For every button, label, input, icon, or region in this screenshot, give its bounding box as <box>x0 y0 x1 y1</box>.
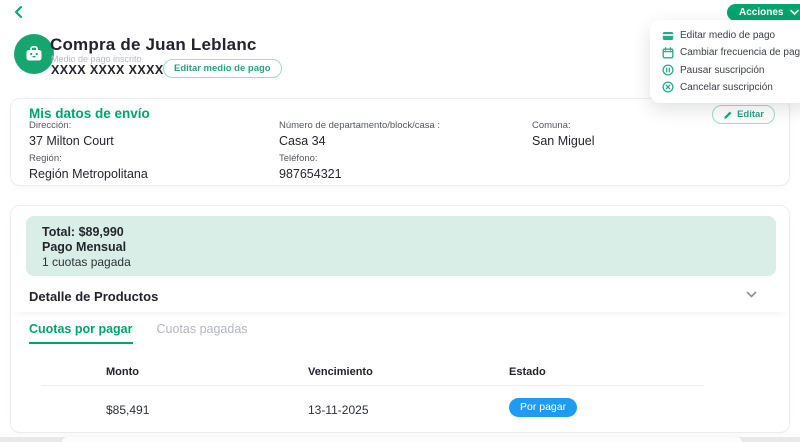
pencil-icon <box>723 110 733 120</box>
tab-cuotas-por-pagar[interactable]: Cuotas por pagar <box>29 322 133 344</box>
products-accordion-title: Detalle de Productos <box>29 289 158 304</box>
package-icon <box>23 43 45 65</box>
menu-item-label: Cancelar suscripción <box>680 82 773 93</box>
field-label: Teléfono: <box>279 153 342 164</box>
cell-monto: $85,491 <box>106 403 149 417</box>
shipping-card-title: Mis datos de envío <box>29 106 150 121</box>
menu-item-label: Editar medio de pago <box>680 30 775 41</box>
subscription-detail-page: Compra de Juan Leblanc Medio de pago ins… <box>0 0 800 442</box>
calendar-icon <box>662 47 674 59</box>
menu-item-pause-subscription[interactable]: Pausar suscripción <box>662 63 800 78</box>
edit-payment-method-label: Editar medio de pago <box>174 63 271 74</box>
field-value: Región Metropolitana <box>29 167 148 181</box>
field-label: Dirección: <box>29 120 114 131</box>
chevron-left-icon <box>11 4 27 20</box>
field-comuna: Comuna: San Miguel <box>532 120 595 148</box>
menu-item-label: Pausar suscripción <box>680 65 764 76</box>
field-departamento: Número de departamento/block/casa : Casa… <box>279 120 440 148</box>
edit-shipping-label: Editar <box>737 109 764 120</box>
payment-summary-banner: Total: $89,990 Pago Mensual 1 cuotas pag… <box>26 216 776 276</box>
actions-button-label: Acciones <box>739 7 783 18</box>
summary-paid-installments: 1 cuotas pagada <box>42 255 760 270</box>
summary-frequency: Pago Mensual <box>42 240 760 255</box>
field-label: Número de departamento/block/casa : <box>279 120 440 131</box>
page-title: Compra de Juan Leblanc <box>50 35 257 55</box>
field-telefono: Teléfono: 987654321 <box>279 153 342 181</box>
menu-item-edit-payment[interactable]: Editar medio de pago <box>662 28 800 43</box>
edit-payment-method-button[interactable]: Editar medio de pago <box>163 59 282 78</box>
pause-circle-icon <box>662 64 674 76</box>
menu-item-cancel-subscription[interactable]: Cancelar suscripción <box>662 80 800 95</box>
field-label: Comuna: <box>532 120 595 131</box>
actions-menu: Editar medio de pago Cambiar frecuencia … <box>650 20 800 103</box>
edit-shipping-button[interactable]: Editar <box>712 105 775 124</box>
products-accordion[interactable]: Detalle de Productos <box>11 282 789 312</box>
back-button[interactable] <box>11 4 27 20</box>
purchase-detail-card: Total: $89,990 Pago Mensual 1 cuotas pag… <box>10 205 790 433</box>
chevron-down-icon <box>790 9 799 16</box>
table-header-estado: Estado <box>509 366 546 378</box>
field-value: 37 Milton Court <box>29 134 114 148</box>
field-value: San Miguel <box>532 134 595 148</box>
field-label: Región: <box>29 153 148 164</box>
chevron-down-icon <box>746 291 757 299</box>
tab-cuotas-pagadas[interactable]: Cuotas pagadas <box>157 322 248 344</box>
field-region: Región: Región Metropolitana <box>29 153 148 181</box>
next-card-top-edge <box>62 437 742 442</box>
table-header-vencimiento: Vencimiento <box>308 366 373 378</box>
shipping-card: Mis datos de envío Editar Dirección: 37 … <box>10 98 790 186</box>
table-header-monto: Monto <box>106 366 139 378</box>
field-direccion: Dirección: 37 Milton Court <box>29 120 114 148</box>
purchase-avatar <box>14 34 54 74</box>
actions-button[interactable]: Acciones <box>727 4 800 21</box>
cancel-circle-icon <box>662 81 674 93</box>
cell-vencimiento: 13-11-2025 <box>308 403 369 417</box>
menu-item-change-frequency[interactable]: Cambiar frecuencia de pago <box>662 45 800 60</box>
field-value: Casa 34 <box>279 134 440 148</box>
summary-total: Total: $89,990 <box>42 225 760 240</box>
menu-item-label: Cambiar frecuencia de pago <box>680 47 800 58</box>
credit-card-icon <box>662 30 674 42</box>
status-badge: Por pagar <box>509 398 577 417</box>
table-divider <box>41 385 704 386</box>
installments-tabs: Cuotas por pagar Cuotas pagadas <box>29 322 248 344</box>
field-value: 987654321 <box>279 167 342 181</box>
